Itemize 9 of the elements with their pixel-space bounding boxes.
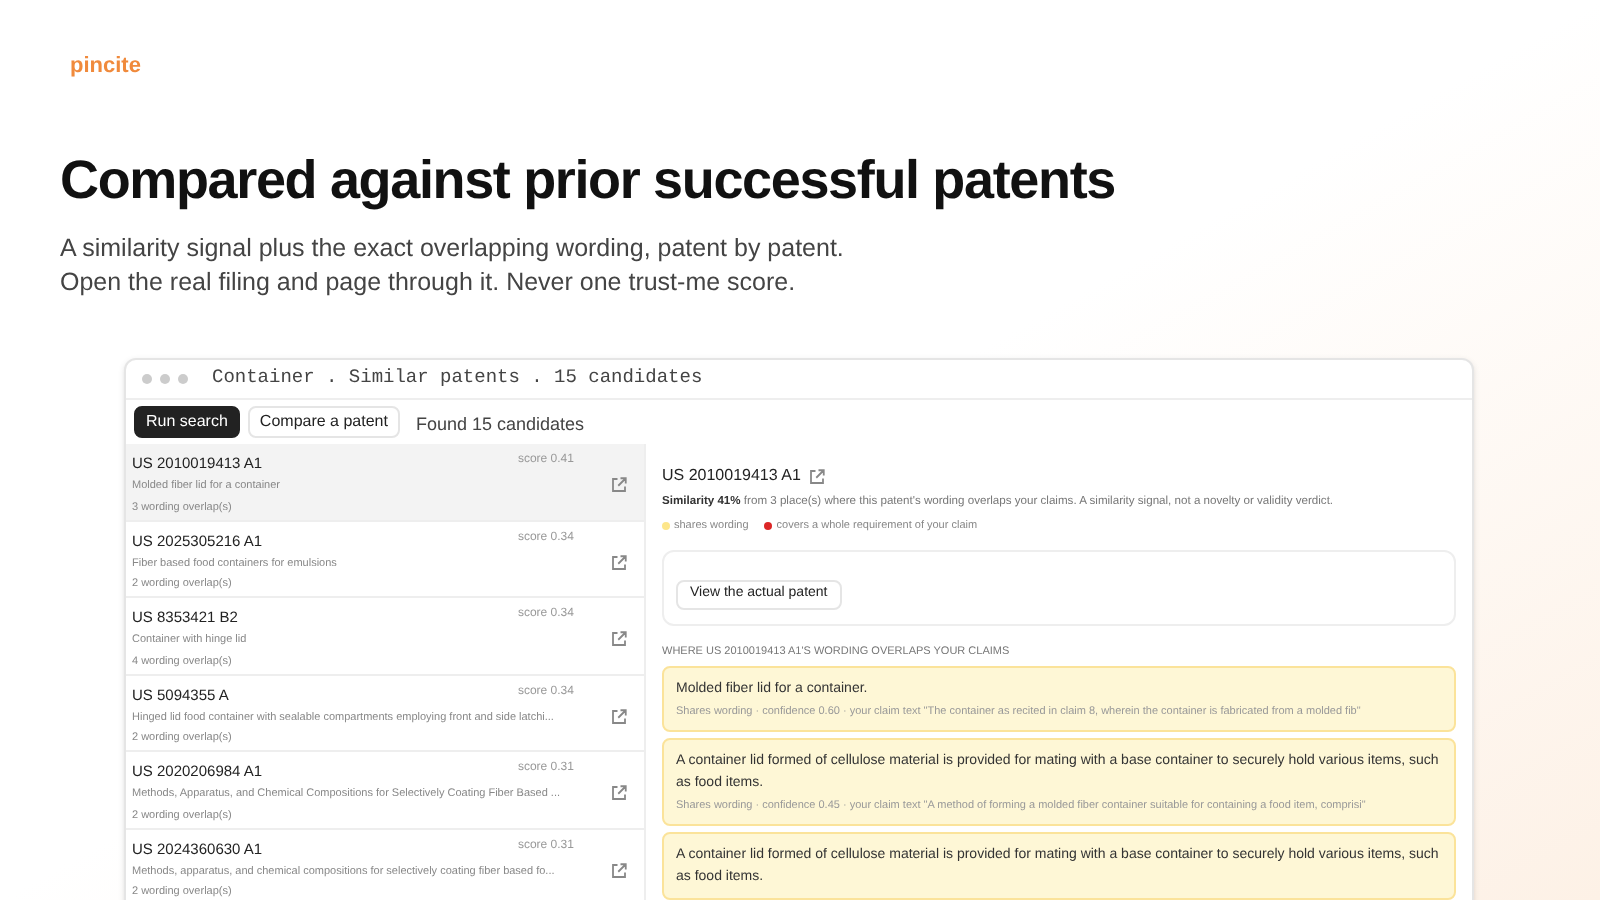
patent-number: US 2010019413 A1 [662, 464, 801, 488]
compare-button[interactable]: Compare a patent [247, 406, 400, 438]
page-heading: Compared against prior successful patents [60, 148, 1115, 214]
window-title: Container . Similar patents . 15 candidates [212, 364, 703, 393]
subtitle-line: Open the real filing and page through it. Never one trust-me score. [60, 266, 798, 300]
external-link-icon[interactable] [808, 467, 827, 485]
subtitle-line: A similarity signal plus the exact overlapping wording, patent by patent. [60, 232, 844, 266]
run-search-button[interactable]: Run search [134, 406, 240, 438]
status-text: Found 15 candidates [415, 412, 585, 439]
